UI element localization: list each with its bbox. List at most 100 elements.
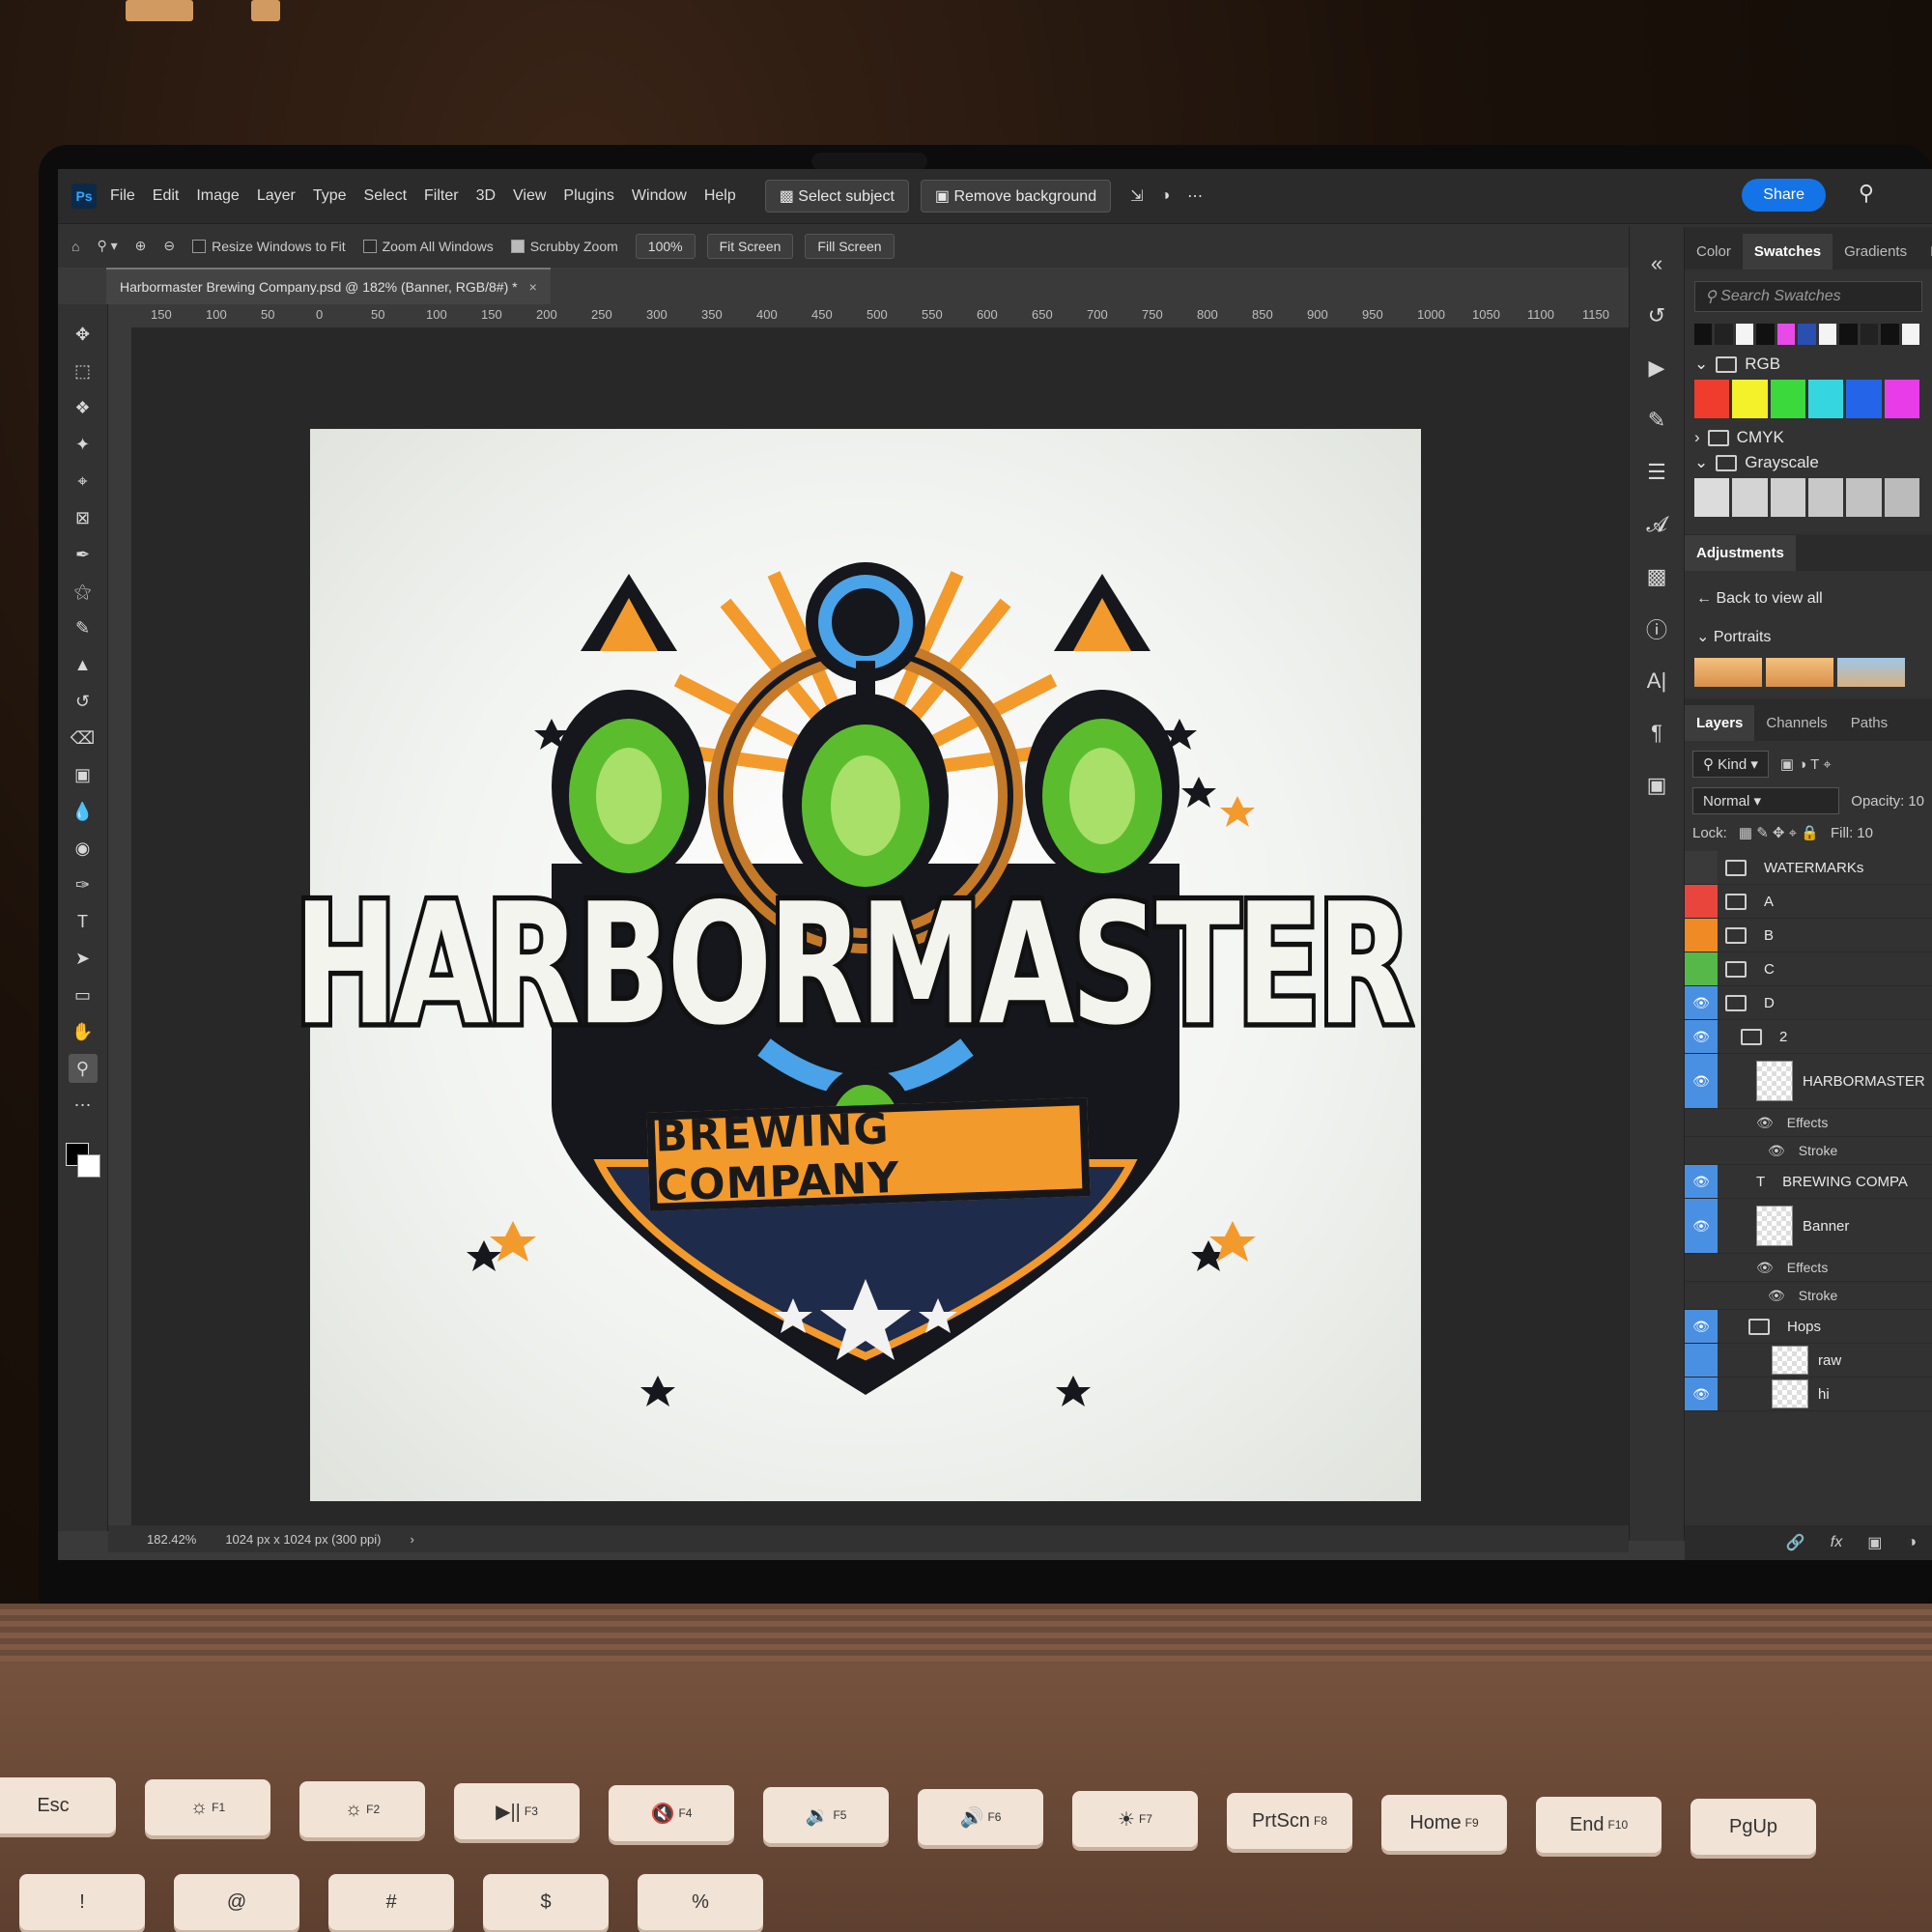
back-to-all-link[interactable]: ← Back to view all — [1696, 590, 1920, 608]
effect-eye-icon[interactable]: 👁 — [1768, 1143, 1785, 1159]
blur-tool-icon[interactable]: 💧 — [69, 797, 98, 826]
menu-help[interactable]: Help — [704, 187, 736, 205]
layer-row[interactable]: 👁 HARBORMASTER — [1685, 1054, 1932, 1109]
actions-play-icon[interactable]: ▶ — [1642, 355, 1671, 382]
tab-patterns[interactable]: Patterns — [1918, 234, 1932, 270]
layer-visibility-eye-icon[interactable] — [1685, 1109, 1718, 1136]
layer-visibility-eye-icon[interactable] — [1685, 1282, 1718, 1309]
color-swatch[interactable] — [1860, 324, 1879, 345]
swatch-group-grayscale[interactable]: ⌄ Grayscale — [1694, 453, 1922, 472]
menu-edit[interactable]: Edit — [153, 187, 180, 205]
menu-filter[interactable]: Filter — [424, 187, 459, 205]
fx-icon[interactable]: fx — [1831, 1534, 1842, 1551]
properties-icon[interactable]: ☰ — [1642, 459, 1671, 486]
color-swatch[interactable] — [1715, 324, 1733, 345]
layer-row[interactable]: 👁 Effects — [1685, 1109, 1932, 1137]
paragraph-icon[interactable]: ¶ — [1642, 720, 1671, 747]
vertical-ruler[interactable] — [108, 327, 132, 1525]
layer-visibility-eye-icon[interactable]: 👁 — [1685, 1054, 1718, 1108]
history-icon[interactable]: ↺ — [1642, 302, 1671, 329]
tab-paths[interactable]: Paths — [1839, 705, 1899, 741]
scrubby-zoom-checkbox[interactable]: Scrubby Zoom — [510, 239, 618, 254]
layer-visibility-eye-icon[interactable]: 👁 — [1685, 1378, 1718, 1410]
type-tool-icon[interactable]: T — [69, 907, 98, 936]
swatch-search-input[interactable]: ⚲ Search Swatches — [1694, 281, 1922, 312]
blend-mode-select[interactable]: Normal ▾ — [1692, 787, 1840, 814]
color-swatch[interactable] — [1770, 380, 1805, 418]
color-swatch[interactable] — [1694, 478, 1730, 517]
color-swatch[interactable] — [1846, 478, 1882, 517]
portraits-group[interactable]: ⌄ Portraits — [1696, 627, 1920, 646]
color-swatch[interactable] — [1776, 324, 1796, 345]
status-expand-icon[interactable]: › — [411, 1532, 414, 1547]
zoom-out-icon[interactable]: ⊖ — [163, 238, 175, 254]
remove-background-button[interactable]: ▣ Remove background — [920, 180, 1112, 213]
libraries-icon[interactable]: ▣ — [1642, 772, 1671, 799]
zoom-tool-icon[interactable]: ⚲ ▾ — [97, 238, 117, 254]
color-swatch[interactable] — [1807, 478, 1844, 517]
stamp-tool-icon[interactable]: ▲ — [69, 650, 98, 679]
swatch-group-cmyk[interactable]: › CMYK — [1694, 428, 1922, 447]
close-tab-icon[interactable]: × — [529, 279, 537, 295]
eyedropper-tool-icon[interactable]: ✒ — [69, 540, 98, 569]
preset-thumb[interactable] — [1766, 658, 1833, 687]
layer-row[interactable]: C — [1685, 952, 1932, 986]
tab-channels[interactable]: Channels — [1754, 705, 1838, 741]
color-swatch[interactable] — [1846, 380, 1882, 418]
link-layers-icon[interactable]: 🔗 — [1786, 1533, 1805, 1552]
document-tab[interactable]: Harbormaster Brewing Company.psd @ 182% … — [106, 268, 551, 304]
color-swatch[interactable] — [1884, 380, 1919, 418]
menu-view[interactable]: View — [513, 187, 546, 205]
adjust-icon[interactable]: ◑ — [1161, 187, 1171, 205]
color-swatch[interactable] — [1798, 324, 1816, 345]
collapse-panels-icon[interactable]: « — [1642, 250, 1671, 277]
layer-row[interactable]: 👁 hi — [1685, 1378, 1932, 1411]
color-swatch[interactable] — [1807, 380, 1844, 418]
menu-file[interactable]: File — [110, 187, 135, 205]
home-icon[interactable]: ⌂ — [71, 239, 79, 254]
effect-eye-icon[interactable]: 👁 — [1768, 1288, 1785, 1304]
horizontal-ruler[interactable]: 150 100 50 0 50 100 150 200 250 300 350 400 450 500 55… — [131, 304, 1629, 328]
menu-3d[interactable]: 3D — [476, 187, 496, 205]
layer-visibility-eye-icon[interactable] — [1685, 919, 1718, 952]
layer-row[interactable]: 👁 D — [1685, 986, 1932, 1020]
layer-row[interactable]: 👁 Hops — [1685, 1310, 1932, 1344]
layer-row[interactable]: A — [1685, 885, 1932, 919]
hand-tool-icon[interactable]: ✋ — [69, 1017, 98, 1046]
healing-tool-icon[interactable]: ⚝ — [69, 577, 98, 606]
kind-filter-select[interactable]: ⚲ Kind ▾ — [1692, 751, 1769, 778]
menu-type[interactable]: Type — [313, 187, 347, 205]
tab-adjustments[interactable]: Adjustments — [1685, 534, 1796, 571]
color-swatch[interactable] — [1839, 324, 1858, 345]
layer-row[interactable]: B — [1685, 919, 1932, 952]
color-swatch[interactable] — [1732, 478, 1768, 517]
layer-row[interactable]: 👁 T BREWING COMPA — [1685, 1165, 1932, 1199]
swatch-group-rgb[interactable]: ⌄ RGB — [1694, 355, 1922, 374]
pen-tool-icon[interactable]: ✑ — [69, 870, 98, 899]
effect-eye-icon[interactable]: 👁 — [1756, 1115, 1774, 1131]
more-tools-icon[interactable]: ⋯ — [69, 1091, 98, 1120]
menu-select[interactable]: Select — [364, 187, 407, 205]
share-button[interactable]: Share — [1742, 179, 1826, 212]
zoom-all-checkbox[interactable]: Zoom All Windows — [362, 239, 494, 254]
document-canvas[interactable]: HARBORMASTER BREWING COMPANY — [290, 429, 1421, 1501]
zoom-100-button[interactable]: 100% — [635, 233, 696, 259]
tab-gradients[interactable]: Gradients — [1833, 234, 1918, 270]
layer-visibility-eye-icon[interactable]: 👁 — [1685, 1199, 1718, 1253]
layer-visibility-eye-icon[interactable]: 👁 — [1685, 986, 1718, 1019]
transform-icon[interactable]: ⇲ — [1130, 186, 1143, 206]
magic-wand-tool-icon[interactable]: ✦ — [69, 430, 98, 459]
layer-visibility-eye-icon[interactable] — [1685, 1344, 1718, 1377]
lock-icons[interactable]: ▦ ✎ ✥ ⌖ 🔒 — [1739, 824, 1819, 841]
zoom-in-icon[interactable]: ⊕ — [135, 238, 147, 254]
fit-screen-button[interactable]: Fit Screen — [706, 233, 794, 259]
color-swatch[interactable] — [1770, 478, 1805, 517]
path-select-tool-icon[interactable]: ➤ — [69, 944, 98, 973]
zoom-tool-icon[interactable]: ⚲ — [68, 1054, 98, 1083]
layer-row[interactable]: raw — [1685, 1344, 1932, 1378]
add-mask-icon[interactable]: ▣ — [1867, 1533, 1882, 1552]
crop-tool-icon[interactable]: ⌖ — [69, 467, 98, 496]
color-picker-swatches[interactable] — [65, 1143, 100, 1178]
lasso-tool-icon[interactable]: ❖ — [69, 393, 98, 422]
effect-eye-icon[interactable]: 👁 — [1756, 1260, 1774, 1276]
